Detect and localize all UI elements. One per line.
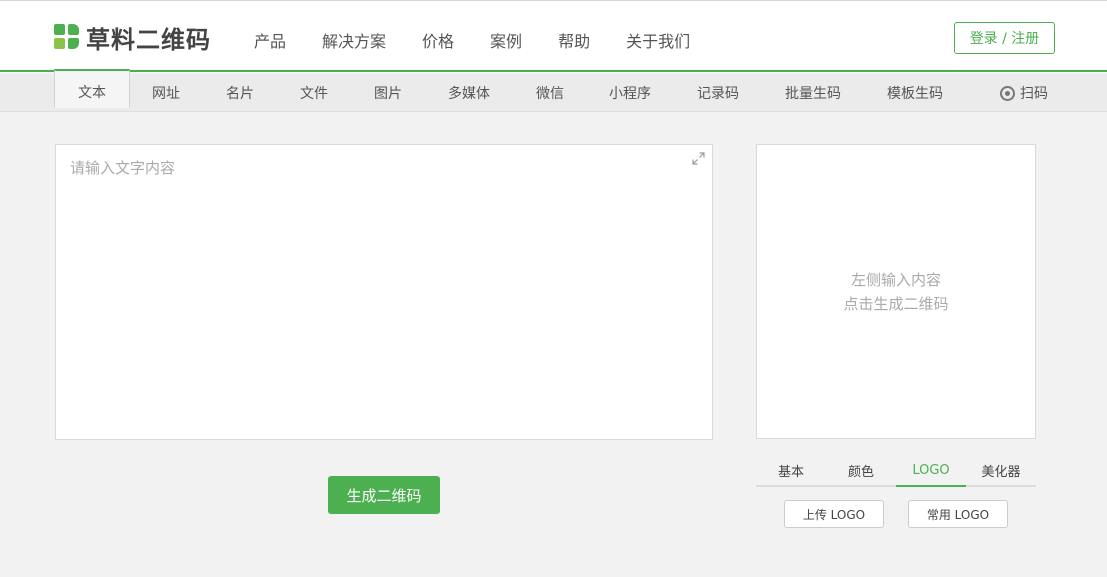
nav-item-solutions[interactable]: 解决方案 — [322, 28, 386, 52]
qrcode-preview: 左侧输入内容 点击生成二维码 — [756, 144, 1036, 439]
nav-item-about[interactable]: 关于我们 — [626, 28, 690, 52]
upload-logo-button[interactable]: 上传 LOGO — [784, 500, 884, 528]
scan-button[interactable]: 扫码 — [1000, 74, 1048, 112]
login-register-button[interactable]: 登录 / 注册 — [954, 22, 1055, 54]
brand-name: 草料二维码 — [86, 25, 211, 54]
tab-record-code[interactable]: 记录码 — [688, 74, 748, 112]
style-tab-color[interactable]: 颜色 — [826, 455, 896, 485]
nav-item-pricing[interactable]: 价格 — [422, 28, 454, 52]
brand-logo[interactable]: 草料二维码 — [54, 23, 211, 54]
logo-icon — [54, 24, 80, 50]
type-tab-bar: 文本 网址 名片 文件 图片 多媒体 微信 小程序 记录码 批量生码 模板生码 … — [0, 69, 1107, 112]
tab-multimedia[interactable]: 多媒体 — [440, 74, 498, 112]
preview-hint-line1: 左侧输入内容 — [850, 270, 941, 289]
main-nav: 产品 解决方案 价格 案例 帮助 关于我们 — [254, 28, 726, 52]
tab-wechat[interactable]: 微信 — [526, 74, 574, 112]
nav-item-cases[interactable]: 案例 — [490, 28, 522, 52]
scan-label: 扫码 — [1020, 86, 1048, 102]
tab-batch-generate[interactable]: 批量生码 — [778, 74, 848, 112]
header: 草料二维码 产品 解决方案 价格 案例 帮助 关于我们 登录 / 注册 — [0, 1, 1107, 72]
common-logo-button[interactable]: 常用 LOGO — [908, 500, 1008, 528]
text-content-input[interactable] — [56, 145, 712, 439]
tab-vcard[interactable]: 名片 — [214, 74, 266, 112]
tab-image[interactable]: 图片 — [362, 74, 414, 112]
tab-url[interactable]: 网址 — [140, 74, 192, 112]
expand-icon[interactable] — [692, 152, 705, 165]
tab-file[interactable]: 文件 — [288, 74, 340, 112]
tab-text[interactable]: 文本 — [54, 69, 130, 108]
nav-item-help[interactable]: 帮助 — [558, 28, 590, 52]
camera-icon — [1000, 85, 1015, 101]
tab-mini-program[interactable]: 小程序 — [600, 74, 660, 112]
nav-item-products[interactable]: 产品 — [254, 28, 286, 52]
preview-hint-line2: 点击生成二维码 — [843, 294, 949, 313]
style-tab-basic[interactable]: 基本 — [756, 455, 826, 485]
style-tab-logo[interactable]: LOGO — [896, 455, 966, 487]
style-tab-bar: 基本 颜色 LOGO 美化器 — [756, 455, 1036, 487]
text-input-area — [55, 144, 713, 440]
generate-qrcode-button[interactable]: 生成二维码 — [328, 476, 440, 514]
style-tab-beautifier[interactable]: 美化器 — [966, 455, 1036, 485]
tab-template-generate[interactable]: 模板生码 — [880, 74, 950, 112]
